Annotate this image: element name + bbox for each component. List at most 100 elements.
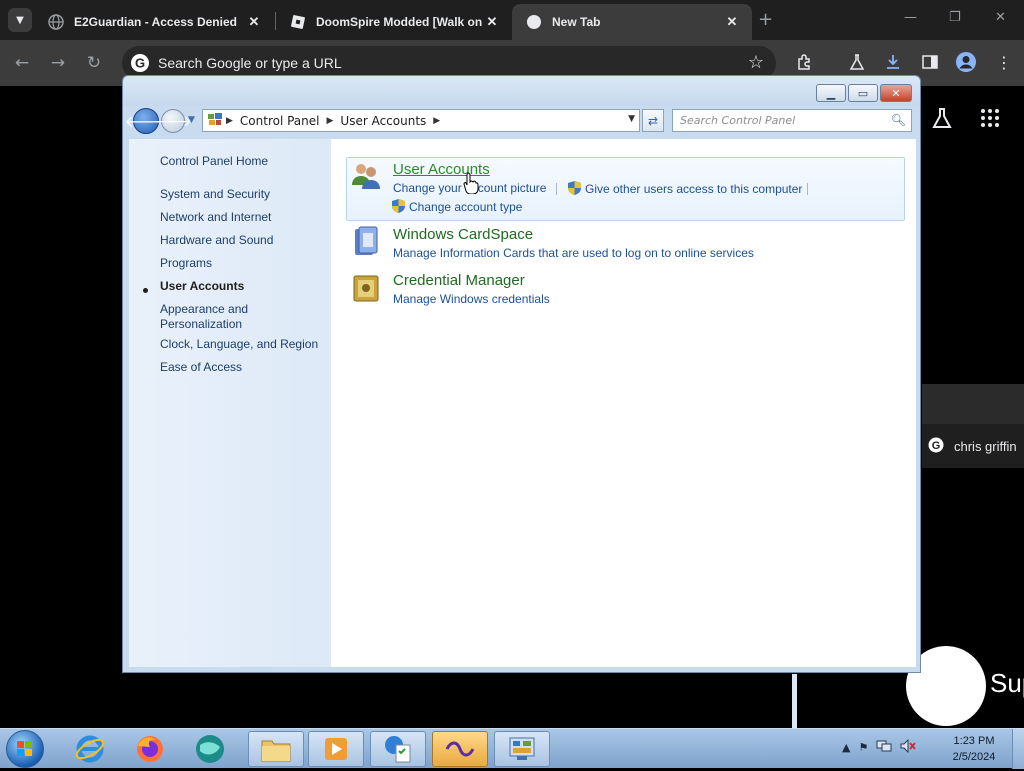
- address-dropdown-icon[interactable]: ▼: [628, 114, 635, 124]
- link-change-account-type[interactable]: Change account type: [392, 199, 522, 214]
- link-manage-information-cards[interactable]: Manage Information Cards that are used t…: [393, 246, 754, 260]
- control-panel-icon: [207, 111, 223, 130]
- window-titlebar[interactable]: ▁ ▭ ✕: [123, 76, 920, 106]
- download-icon[interactable]: [884, 53, 902, 75]
- refresh-button[interactable]: ⇄: [642, 109, 664, 132]
- internet-explorer-icon[interactable]: [62, 731, 118, 767]
- breadcrumb-separator[interactable]: ▶: [433, 116, 440, 126]
- control-panel-window: ▁ ▭ ✕ 🡐 🡒 ▼ ▶ Control Panel ▶ User Accou…: [122, 75, 921, 673]
- close-button[interactable]: ✕: [880, 84, 912, 102]
- navigation-pane: Control Panel Home System and Security N…: [129, 139, 331, 667]
- close-icon[interactable]: ✕: [724, 14, 740, 30]
- star-icon[interactable]: ☆: [748, 52, 764, 73]
- breadcrumb-user-accounts[interactable]: User Accounts: [340, 114, 426, 128]
- omnibox-placeholder: Search Google or type a URL: [158, 55, 342, 71]
- nav-programs[interactable]: Programs: [160, 256, 325, 271]
- volume-muted-icon[interactable]: [900, 738, 917, 756]
- windows-explorer-icon[interactable]: [248, 731, 304, 767]
- restore-icon[interactable]: ❐: [949, 10, 961, 25]
- link-separator: [807, 183, 808, 195]
- nav-ease-of-access[interactable]: Ease of Access: [160, 360, 325, 375]
- breadcrumb-control-panel[interactable]: Control Panel: [240, 114, 320, 128]
- suggestion-text: chris griffin: [954, 438, 1017, 454]
- forward-button[interactable]: 🡒: [154, 109, 192, 133]
- media-player-icon[interactable]: [308, 731, 364, 767]
- app-globe-icon[interactable]: [182, 731, 238, 767]
- new-tab-button[interactable]: +: [758, 9, 773, 30]
- search-placeholder: Search Control Panel: [680, 114, 796, 127]
- checklist-app-icon[interactable]: [370, 731, 426, 767]
- minimize-icon[interactable]: —: [904, 10, 917, 25]
- close-window-icon[interactable]: ✕: [995, 10, 1006, 25]
- tab-title: DoomSpire Modded [Walk on: [316, 15, 483, 29]
- tab-e2guardian[interactable]: E2Guardian - Access Denied ✕: [34, 4, 274, 40]
- side-panel-icon[interactable]: [921, 53, 939, 75]
- labs-icon[interactable]: [930, 106, 954, 134]
- category-list: User Accounts Change your account pictur…: [331, 139, 916, 667]
- svg-text:G: G: [932, 440, 941, 452]
- minimize-button[interactable]: ▁: [816, 84, 846, 102]
- close-icon[interactable]: ✕: [484, 14, 500, 30]
- control-panel-content: Control Panel Home System and Security N…: [129, 139, 916, 667]
- breadcrumb[interactable]: ▶ Control Panel ▶ User Accounts ▶ ▼: [202, 109, 640, 132]
- extensions-icon[interactable]: [796, 53, 814, 75]
- chrome-newtab-icon: [526, 14, 542, 30]
- show-desktop-button[interactable]: [1012, 729, 1024, 769]
- start-button[interactable]: [6, 730, 44, 768]
- google-icon: G: [928, 437, 944, 456]
- network-icon[interactable]: [876, 739, 892, 756]
- current-page-bullet: [143, 288, 148, 293]
- roblox-icon: [290, 14, 306, 30]
- globe-icon: [48, 14, 64, 30]
- link-separator: [556, 183, 557, 195]
- menu-kebab-icon[interactable]: ⋮: [996, 53, 1012, 72]
- action-center-flag-icon[interactable]: ⚑: [858, 741, 868, 754]
- windows-taskbar: ▲ ⚑ 1:23 PM 2/5/2024: [0, 728, 1024, 769]
- uac-shield-icon: [392, 199, 405, 213]
- labs-icon[interactable]: [848, 53, 866, 75]
- forward-arrow-icon[interactable]: →: [48, 53, 68, 73]
- apps-grid-icon[interactable]: [980, 108, 1000, 133]
- users-icon[interactable]: [349, 159, 383, 193]
- taskbar-clock[interactable]: 1:23 PM 2/5/2024: [940, 733, 1008, 765]
- tab-doomspire[interactable]: DoomSpire Modded [Walk on ✕: [276, 4, 512, 40]
- close-icon[interactable]: ✕: [246, 14, 262, 30]
- partial-logo-text: Sup: [990, 668, 1024, 698]
- control-panel-taskbar-icon[interactable]: [494, 731, 550, 767]
- reload-icon[interactable]: ↻: [84, 53, 104, 73]
- active-app-icon[interactable]: [432, 731, 488, 767]
- nav-user-accounts: User Accounts: [160, 279, 245, 293]
- nav-hardware-and-sound[interactable]: Hardware and Sound: [160, 233, 325, 248]
- search-icon[interactable]: 🔍︎: [891, 113, 906, 127]
- cardspace-icon[interactable]: [349, 225, 383, 259]
- nav-appearance-and-personalization[interactable]: Appearance and Personalization: [160, 302, 270, 332]
- show-hidden-icons-icon[interactable]: ▲: [842, 741, 850, 754]
- google-icon: G: [130, 53, 150, 73]
- breadcrumb-separator[interactable]: ▶: [226, 116, 233, 126]
- recent-pages-dropdown[interactable]: ▼: [188, 115, 195, 125]
- nav-clock-language-region[interactable]: Clock, Language, and Region: [160, 337, 325, 352]
- vault-icon[interactable]: [349, 271, 383, 305]
- link-manage-windows-credentials[interactable]: Manage Windows credentials: [393, 292, 550, 306]
- profile-avatar-icon[interactable]: [955, 51, 977, 77]
- link-give-other-users-access[interactable]: Give other users access to this computer: [568, 181, 802, 196]
- hand-cursor-icon: [463, 172, 479, 198]
- address-bar-row: 🡐 🡒 ▼ ▶ Control Panel ▶ User Accounts ▶ …: [125, 106, 916, 136]
- nav-network-and-internet[interactable]: Network and Internet: [160, 210, 325, 225]
- tab-title: New Tab: [552, 15, 601, 29]
- maximize-button[interactable]: ▭: [848, 84, 878, 102]
- category-title-windows-cardspace[interactable]: Windows CardSpace: [393, 226, 533, 243]
- breadcrumb-separator[interactable]: ▶: [327, 116, 334, 126]
- category-title-credential-manager[interactable]: Credential Manager: [393, 272, 525, 289]
- tab-new-tab[interactable]: New Tab ✕: [512, 4, 752, 40]
- search-input[interactable]: Search Control Panel 🔍︎: [672, 109, 912, 132]
- back-arrow-icon[interactable]: ←: [12, 53, 32, 73]
- clock-time: 1:23 PM: [953, 735, 995, 747]
- firefox-icon[interactable]: [122, 731, 178, 767]
- nav-control-panel-home[interactable]: Control Panel Home: [160, 154, 325, 169]
- nav-system-and-security[interactable]: System and Security: [160, 187, 325, 202]
- tab-title: E2Guardian - Access Denied: [74, 15, 237, 29]
- tab-search-button[interactable]: ▼: [8, 8, 32, 32]
- clock-date: 2/5/2024: [952, 751, 996, 763]
- search-suggestion-item[interactable]: G chris griffin: [922, 424, 1024, 468]
